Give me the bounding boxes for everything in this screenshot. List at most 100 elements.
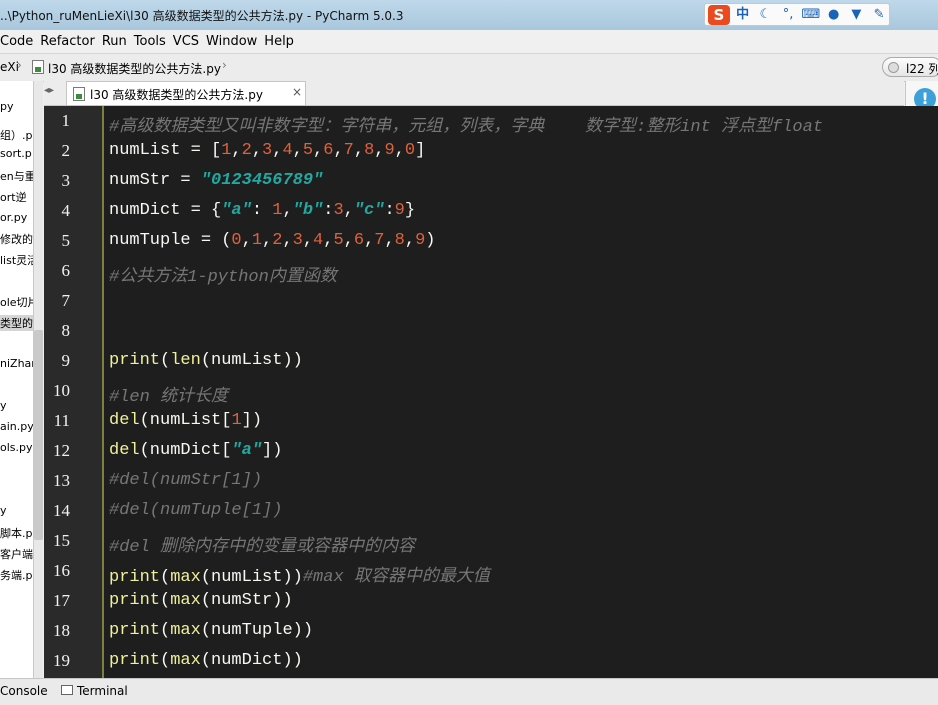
code-line[interactable]: #del(numTuple[1]) [109,501,282,520]
python-file-icon [73,87,85,101]
code-token: , [374,141,385,160]
project-tree-item[interactable]: sort.p [0,147,32,160]
code-line[interactable]: numList = [1,2,3,4,5,6,7,8,9,0] [109,141,425,160]
code-token: (numDict[ [139,441,232,460]
project-tree-item[interactable]: ols.py [0,441,33,454]
code-token: max [170,568,201,587]
run-configuration-dropdown[interactable]: l22 列 [882,57,938,77]
line-number: 3 [61,171,71,190]
code-token: 7 [374,231,385,250]
code-token: , [343,201,354,220]
line-number: 4 [61,201,71,220]
ime-toolbar[interactable]: S 中 ☾ °, ⌨ ● ▼ ✎ [704,3,890,26]
project-tree-item[interactable]: 组）.p [0,127,32,143]
code-token: : [251,201,273,220]
project-tree-item[interactable]: 类型的 [0,315,33,331]
code-token: , [262,231,273,250]
code-line[interactable]: del(numDict["a"]) [109,441,282,460]
editor-tab-active[interactable]: l30 高级数据类型的公共方法.py × [66,81,306,105]
project-tree-item[interactable]: en与重 [0,168,33,184]
line-number-gutter: 1 2 3 4 5 6 7 8 9 10 11 12 13 14 15 16 17 18 19 [44,106,102,678]
code-line[interactable]: numDict = {"a": 1,"b":3,"c":9} [109,201,415,220]
python-file-icon [32,60,44,74]
breadcrumb-file[interactable]: l30 高级数据类型的公共方法.py [48,60,221,77]
code-token: 1 [221,141,232,160]
project-tree-item[interactable]: list灵活 [0,252,33,268]
project-tree-item[interactable]: ain.py [0,420,33,433]
project-tree-item[interactable]: py [0,100,14,113]
menu-run[interactable]: Run [102,34,127,49]
code-token: 2 [241,141,252,160]
project-tree-item[interactable]: 客户端. [0,546,33,562]
line-number: 6 [61,261,71,280]
code-token: ( [160,568,171,587]
project-tree-item[interactable]: 修改的 [0,231,33,247]
line-number: 9 [61,351,71,370]
code-token: ]) [241,411,263,430]
code-token: #高级数据类型又叫非数字型：字符串，元组，列表，字典 数字型:整形int 浮点型… [109,118,824,137]
code-token: , [231,141,242,160]
code-token: "b" [292,201,324,220]
ime-mode-label[interactable]: 中 [733,5,753,25]
project-tree-item[interactable]: 脚本.py [0,525,33,541]
code-line[interactable]: #del(numStr[1]) [109,471,262,490]
menu-vcs[interactable]: VCS [173,34,199,49]
code-token: numTuple = ( [109,231,232,250]
console-tab[interactable]: Console [0,684,48,698]
code-token: #del(numTuple[1]) [109,501,283,520]
code-line[interactable]: #len 统计长度 [109,381,228,407]
code-token: ( [160,351,171,370]
punctuation-icon[interactable]: °, [778,5,798,25]
code-line[interactable]: del(numList[1]) [109,411,262,430]
code-token: print [109,621,161,640]
user-icon[interactable]: ● [824,5,844,25]
code-line[interactable]: #del 删除内存中的变量或容器中的内容 [109,531,415,557]
menu-window[interactable]: Window [206,34,257,49]
project-tree-item[interactable]: 务端.p [0,567,32,583]
code-line[interactable]: #公共方法1-python内置函数 [109,261,337,287]
close-icon[interactable]: × [292,85,302,99]
menu-refactor[interactable]: Refactor [40,34,95,49]
keyboard-icon[interactable]: ⌨ [801,5,821,25]
code-token: print [109,351,161,370]
code-token: (numStr)) [200,591,293,610]
menu-help[interactable]: Help [264,34,294,49]
tool-window-bar: Console Terminal [0,678,938,705]
code-token: , [251,141,263,160]
code-token: 4 [282,141,293,160]
code-line[interactable]: print(max(numStr)) [109,591,293,610]
menu-code[interactable]: Code [0,34,33,49]
project-tree-item[interactable]: y [0,504,7,517]
code-line[interactable]: numTuple = (0,1,2,3,4,5,6,7,8,9) [109,231,435,250]
wrench-icon[interactable]: ✎ [869,5,889,25]
moon-icon[interactable]: ☾ [755,5,775,25]
code-token: , [313,141,324,160]
code-line[interactable]: print(len(numList)) [109,351,303,370]
project-tree-item[interactable]: y [0,399,7,412]
sogou-logo-icon[interactable]: S [708,4,730,25]
code-token: (numList)) [200,351,303,370]
project-tree-item[interactable]: ole切片 [0,294,33,310]
code-line[interactable]: numStr = "0123456789" [109,171,323,190]
code-token: ( [160,621,171,640]
shirt-icon[interactable]: ▼ [846,5,866,25]
menu-tools[interactable]: Tools [134,34,166,49]
project-tree-item[interactable]: niZhan [0,357,33,370]
code-line[interactable]: print(max(numList))#max 取容器中的最大值 [109,561,490,587]
code-token: , [364,231,375,250]
code-token: 9 [384,141,395,160]
project-scrollbar-thumb[interactable] [34,330,43,540]
code-token: del [109,411,140,430]
code-line[interactable]: print(max(numDict)) [109,651,303,670]
terminal-tab[interactable]: Terminal [77,684,128,698]
code-line[interactable]: print(max(numTuple)) [109,621,313,640]
code-editor[interactable]: 1 2 3 4 5 6 7 8 9 10 11 12 13 14 15 16 17 18 19 #高级数据类型又叫非… [44,106,938,678]
project-tree-item[interactable]: ort逆 [0,189,27,205]
code-line[interactable]: #高级数据类型又叫非数字型：字符串，元组，列表，字典 数字型:整形int 浮点型… [109,111,823,137]
terminal-icon[interactable] [61,685,73,695]
project-tree[interactable]: py 组）.p sort.p en与重 ort逆 or.py 修改的 list灵活 ole切片类… [0,81,34,678]
code-token: numDict = { [109,201,222,220]
tab-list-icon[interactable]: ◂▸ [44,85,62,101]
project-tree-item[interactable]: or.py [0,211,27,224]
code-token: ( [160,651,171,670]
